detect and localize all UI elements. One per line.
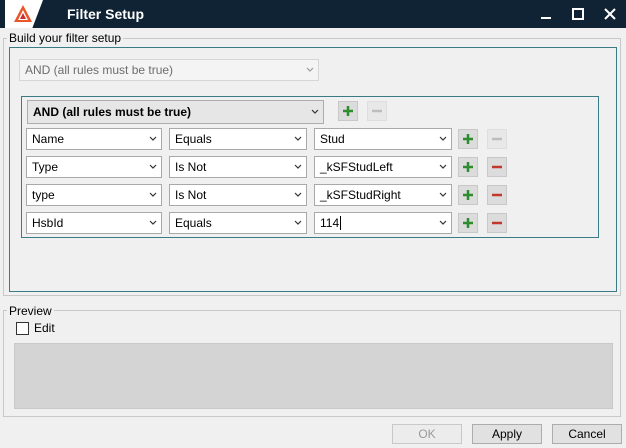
add-rule-button[interactable] [458, 185, 478, 205]
rule-operator-value: Is Not [175, 188, 207, 202]
rule-value-combo[interactable]: 114 [314, 212, 452, 234]
plus-icon [463, 190, 473, 200]
rule-value-combo[interactable]: Stud [314, 128, 452, 150]
rule-field-dropdown[interactable]: HsbId [26, 212, 162, 234]
minimize-button[interactable] [530, 0, 562, 28]
remove-rule-button[interactable] [487, 213, 507, 233]
chevron-down-icon [294, 220, 302, 225]
chevron-down-icon [311, 109, 319, 114]
close-button[interactable] [594, 0, 626, 28]
remove-rule-button[interactable] [487, 157, 507, 177]
chevron-down-icon [149, 164, 157, 169]
plus-icon [463, 218, 473, 228]
apply-button[interactable]: Apply [472, 424, 542, 444]
chevron-down-icon [439, 192, 447, 197]
preview-area [14, 343, 613, 409]
ok-button[interactable]: OK [392, 424, 462, 444]
rule-operator-value: Is Not [175, 160, 207, 174]
chevron-down-icon [149, 220, 157, 225]
group-operator-dropdown[interactable]: AND (all rules must be true) [27, 100, 324, 124]
plus-icon [463, 134, 473, 144]
rule-value-combo[interactable]: _kSFStudRight [314, 184, 452, 206]
maximize-button[interactable] [562, 0, 594, 28]
rule-operator-value: Equals [175, 132, 212, 146]
minus-icon [492, 221, 502, 225]
rule-field-dropdown[interactable]: Type [26, 156, 162, 178]
chevron-down-icon [439, 220, 447, 225]
remove-rule-button[interactable] [487, 185, 507, 205]
rule-field-value: HsbId [32, 216, 64, 230]
chevron-down-icon [294, 164, 302, 169]
add-rule-button[interactable] [458, 213, 478, 233]
add-rule-button[interactable] [458, 129, 478, 149]
outer-operator-dropdown[interactable]: AND (all rules must be true) [19, 59, 319, 81]
chevron-down-icon [149, 136, 157, 141]
rule-value-combo[interactable]: _kSFStudLeft [314, 156, 452, 178]
plus-icon [343, 106, 353, 116]
rule-operator-dropdown[interactable]: Equals [169, 128, 307, 150]
rule-value-text: 114 [320, 216, 340, 230]
rule-field-value: type [32, 188, 55, 202]
text-cursor [340, 216, 342, 230]
minus-icon [492, 165, 502, 169]
minus-icon [492, 137, 502, 141]
chevron-down-icon [306, 67, 314, 72]
rule-operator-dropdown[interactable]: Is Not [169, 156, 307, 178]
edit-checkbox[interactable] [16, 322, 29, 335]
preview-legend: Preview [7, 304, 54, 318]
edit-checkbox-label: Edit [34, 321, 55, 335]
app-logo-icon [5, 0, 43, 28]
rule-field-value: Type [32, 160, 59, 174]
rule-value-text: Stud [320, 132, 345, 146]
rule-value-text: _kSFStudRight [320, 188, 401, 202]
rule-field-value: Name [32, 132, 65, 146]
remove-group-button[interactable] [367, 101, 387, 121]
rule-operator-dropdown[interactable]: Equals [169, 212, 307, 234]
group-operator-value: AND (all rules must be true) [33, 105, 192, 119]
chevron-down-icon [294, 136, 302, 141]
window-title: Filter Setup [67, 6, 145, 22]
outer-operator-value: AND (all rules must be true) [25, 63, 174, 77]
plus-icon [463, 162, 473, 172]
chevron-down-icon [439, 164, 447, 169]
rule-field-dropdown[interactable]: type [26, 184, 162, 206]
rule-operator-dropdown[interactable]: Is Not [169, 184, 307, 206]
remove-rule-button[interactable] [487, 129, 507, 149]
rule-value-text: _kSFStudLeft [320, 160, 393, 174]
chevron-down-icon [439, 136, 447, 141]
add-group-rule-button[interactable] [338, 101, 358, 121]
minus-icon [372, 109, 382, 113]
chevron-down-icon [294, 192, 302, 197]
chevron-down-icon [149, 192, 157, 197]
build-filter-legend: Build your filter setup [7, 31, 124, 45]
title-bar: Filter Setup [0, 0, 626, 28]
rule-operator-value: Equals [175, 216, 212, 230]
rule-field-dropdown[interactable]: Name [26, 128, 162, 150]
add-rule-button[interactable] [458, 157, 478, 177]
cancel-button[interactable]: Cancel [552, 424, 622, 444]
minus-icon [492, 193, 502, 197]
